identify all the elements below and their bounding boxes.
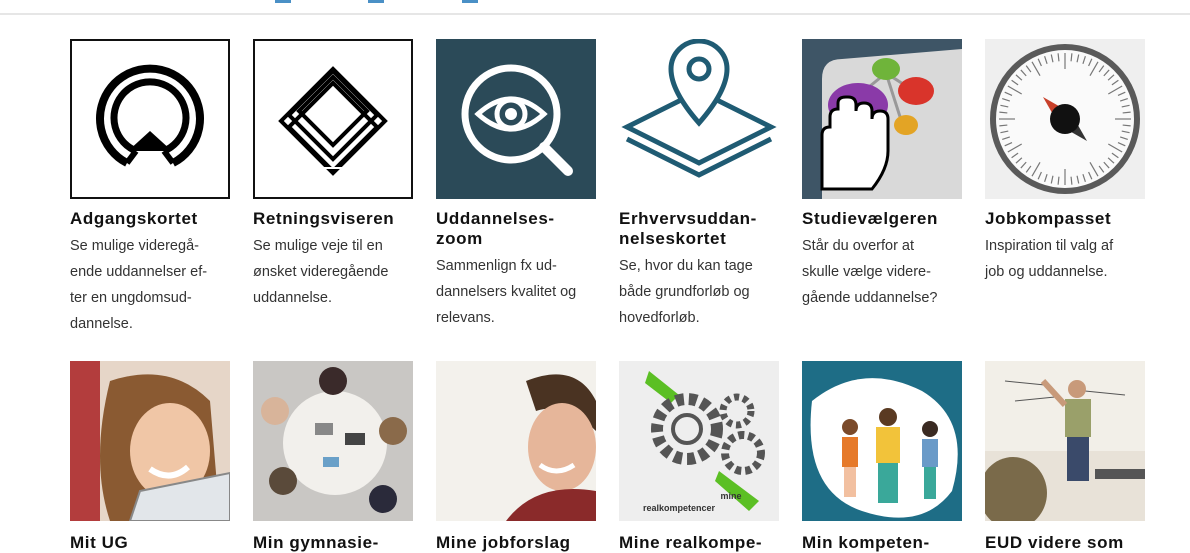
eye-magnifier-icon <box>436 39 596 199</box>
compass-icon <box>985 39 1145 199</box>
teacher-whiteboard-photo <box>985 361 1145 521</box>
card-description: Se, hvor du kan tage både grundforløb og… <box>619 258 753 326</box>
smiling-boy-photo <box>436 361 596 521</box>
nav-remnants <box>0 0 1190 3</box>
card-title: Jobkompasset <box>985 209 1112 228</box>
card-mine-realkompetencer[interactable]: mine realkompetencer Mine realkompe- <box>619 361 779 553</box>
compass-tick <box>1070 53 1073 62</box>
svg-text:realkompetencer: realkompetencer <box>643 503 716 513</box>
card-title: Mine jobforslag <box>436 533 571 552</box>
card-description: Se mulige veje til en ønsket videregåend… <box>253 238 389 306</box>
gears-wrench-illustration: mine realkompetencer <box>619 361 779 521</box>
card-title: Mine realkompe- <box>619 533 763 552</box>
card-title: Uddannelses- zoom <box>436 209 555 248</box>
direction-layers-icon <box>253 39 413 199</box>
card-title: Mit UG <box>70 533 129 552</box>
smiling-girl-photo <box>70 361 230 521</box>
compass-tick <box>1057 53 1060 62</box>
card-title: Min kompeten- <box>802 533 930 552</box>
card-title: Retningsviseren <box>253 209 395 228</box>
realkompetencer-label: mine <box>720 491 741 501</box>
group-table-photo <box>253 361 413 521</box>
card-title: Adgangskortet <box>70 209 198 228</box>
card-eud-videre-som[interactable]: EUD videre som <box>985 361 1145 553</box>
card-jobkompasset[interactable]: Jobkompasset Inspiration til valg af job… <box>985 39 1145 337</box>
card-title: EUD videre som <box>985 533 1124 552</box>
card-min-gymnasie[interactable]: Min gymnasie- <box>253 361 413 553</box>
compass-tick <box>1057 176 1060 185</box>
card-uddannelseszoom[interactable]: Uddannelses- zoom Sammenlign fx ud- dann… <box>436 39 596 337</box>
compass-tick <box>1122 111 1131 114</box>
card-studievaelgeren[interactable]: Studievælgeren Står du overfor at skulle… <box>802 39 962 337</box>
card-adgangskortet[interactable]: Adgangskortet Se mulige videregå- ende u… <box>70 39 230 337</box>
map-pin-layers-icon <box>619 39 779 199</box>
people-illustration <box>802 361 962 521</box>
compass-tick <box>1070 176 1073 185</box>
card-title: Erhvervsuddan- nelseskortet <box>619 209 757 248</box>
card-description: Se mulige videregå- ende uddannelser ef-… <box>70 238 208 332</box>
compass-tick <box>999 124 1008 127</box>
card-description: Står du overfor at skulle vælge videre- … <box>802 238 938 306</box>
card-title: Studievælgeren <box>802 209 938 228</box>
card-description: Inspiration til valg af job og uddannels… <box>985 238 1114 280</box>
card-erhvervsuddannelseskortet[interactable]: Erhvervsuddan- nelseskortet Se, hvor du … <box>619 39 779 337</box>
compass-tick <box>1122 124 1131 127</box>
access-card-icon <box>70 39 230 199</box>
card-retningsviseren[interactable]: Retningsviseren Se mulige veje til en øn… <box>253 39 413 337</box>
tools-grid: Adgangskortet Se mulige videregå- ende u… <box>70 39 1145 553</box>
compass-tick <box>999 111 1008 114</box>
hand-cursor-buttons-icon <box>802 39 962 199</box>
header-divider <box>0 13 1190 15</box>
card-min-kompetence[interactable]: Min kompeten- <box>802 361 962 553</box>
card-description: Sammenlign fx ud- dannelsers kvalitet og… <box>436 258 577 326</box>
card-mine-jobforslag[interactable]: Mine jobforslag <box>436 361 596 553</box>
card-title: Min gymnasie- <box>253 533 379 552</box>
card-mit-ug[interactable]: Mit UG <box>70 361 230 553</box>
